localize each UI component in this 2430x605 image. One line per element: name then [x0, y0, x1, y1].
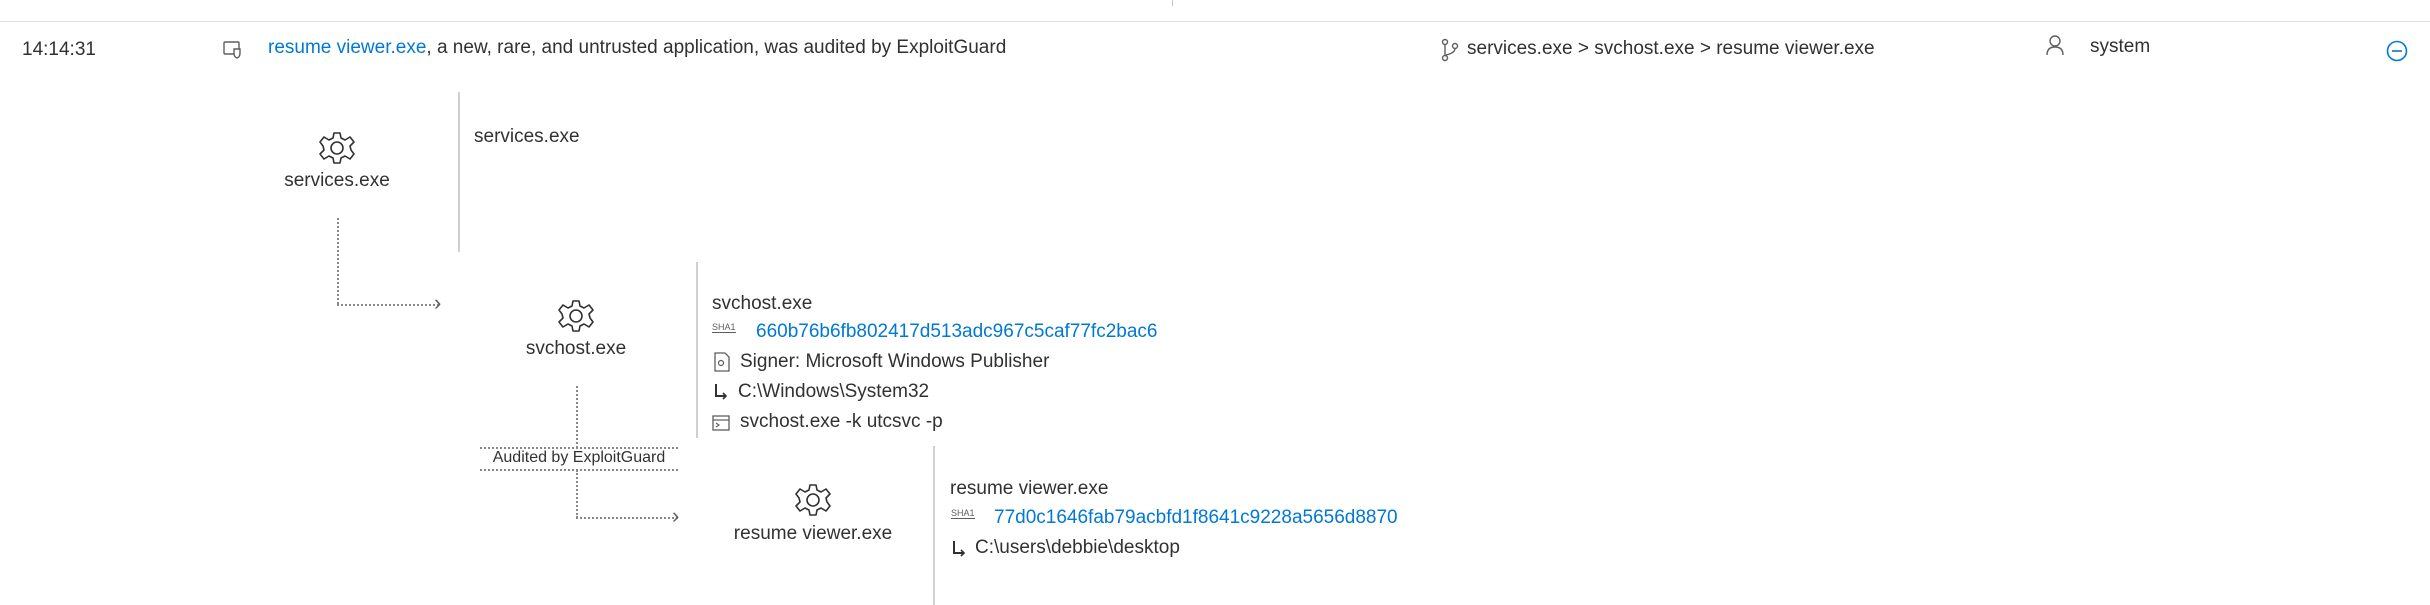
sha1-icon: SHA1 — [712, 322, 736, 333]
svchost-detail-name: svchost.exe — [712, 293, 813, 314]
user-icon — [2045, 34, 2065, 61]
event-description: , a new, rare, and untrusted application… — [426, 37, 1007, 58]
connector-horizontal — [337, 304, 439, 306]
process-path: services.exe > svchost.exe > resume view… — [1467, 38, 1875, 59]
user-name: system — [2090, 36, 2151, 57]
node-svchost-label[interactable]: svchost.exe — [500, 338, 652, 360]
process-tree-icon — [1440, 38, 1460, 67]
command-line-icon — [712, 415, 730, 436]
resume-viewer-detail-name: resume viewer.exe — [950, 478, 1109, 499]
svchost-command: svchost.exe -k utcsvc -p — [740, 411, 943, 432]
event-summary: resume viewer.exe, a new, rare, and untr… — [268, 36, 1006, 60]
connector-vertical — [576, 470, 578, 518]
folder-path-icon — [713, 383, 729, 406]
svchost-signer: Signer: Microsoft Windows Publisher — [740, 351, 1050, 372]
gear-icon — [317, 128, 357, 173]
node-resume-viewer-label[interactable]: resume viewer.exe — [720, 523, 906, 545]
edge-label-audited: Audited by ExploitGuard — [492, 449, 666, 466]
svchost-divider — [696, 262, 698, 438]
connector-vertical — [337, 218, 339, 304]
header-divider-tick — [1172, 0, 1173, 6]
folder-path-icon — [951, 540, 967, 563]
certificate-icon — [713, 352, 731, 377]
connector-vertical — [576, 386, 578, 448]
shield-alert-icon — [222, 39, 244, 66]
event-time: 14:14:31 — [22, 39, 96, 60]
resume-viewer-path: C:\users\debbie\desktop — [975, 537, 1180, 558]
resume-viewer-sha1-link[interactable]: 77d0c1646fab79acbfd1f8641c9228a5656d8870 — [994, 506, 1398, 530]
chevron-right-icon: › — [672, 503, 680, 528]
gear-icon — [793, 480, 833, 525]
services-detail-name: services.exe — [474, 126, 580, 147]
resume-viewer-divider — [933, 446, 935, 605]
chevron-right-icon: › — [434, 290, 442, 315]
svchost-path: C:\Windows\System32 — [738, 381, 930, 402]
header-separator — [0, 21, 2430, 22]
sha1-icon: SHA1 — [951, 508, 975, 519]
node-services-label[interactable]: services.exe — [258, 170, 416, 192]
edge-label-bottom-border — [480, 469, 678, 471]
connector-horizontal — [576, 517, 678, 519]
minus-circle-icon[interactable] — [2386, 40, 2408, 67]
process-link[interactable]: resume viewer.exe — [268, 37, 426, 58]
svchost-sha1-link[interactable]: 660b76b6fb802417d513adc967c5caf77fc2bac6 — [756, 320, 1157, 344]
services-divider — [458, 92, 460, 252]
gear-icon — [556, 296, 596, 341]
